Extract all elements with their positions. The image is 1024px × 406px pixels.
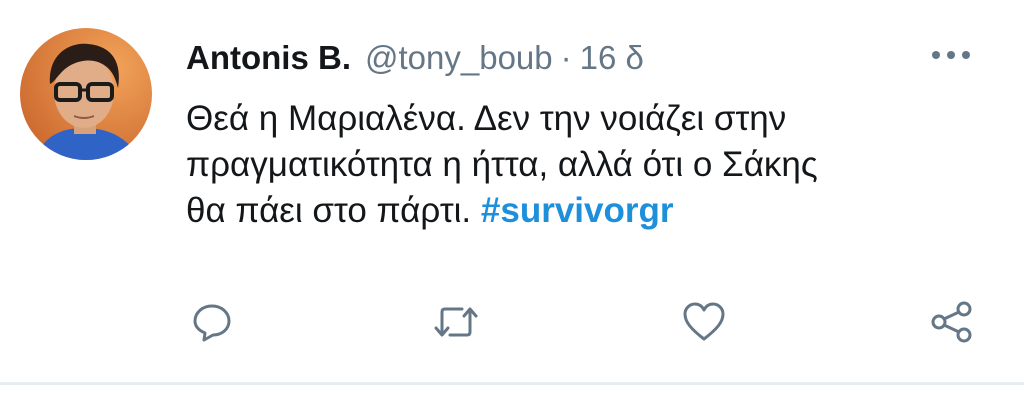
avatar[interactable] xyxy=(20,28,152,160)
tweet-timestamp[interactable]: 16 δ xyxy=(580,39,644,77)
tweet-text: Θεά η Μαριαλένα. Δεν την νοιάζει στην πρ… xyxy=(186,96,986,234)
reply-button[interactable] xyxy=(184,292,240,352)
tweet-text-line: θα πάει στο πάρτι. xyxy=(186,191,472,230)
author-handle[interactable]: @tony_boub xyxy=(365,39,553,77)
tweet-text-line-last: θα πάει στο πάρτι. #survivorgr xyxy=(186,188,986,234)
tweet-header: Antonis B. @tony_boub · 16 δ xyxy=(186,30,644,86)
author-name[interactable]: Antonis B. xyxy=(186,39,351,77)
hashtag-link[interactable]: #survivorgr xyxy=(481,191,674,230)
retweet-button[interactable] xyxy=(428,292,484,352)
heart-icon xyxy=(683,302,725,341)
tweet-card[interactable]: Antonis B. @tony_boub · 16 δ Θεά η Μαρια… xyxy=(0,0,1024,382)
reply-bubble-icon xyxy=(193,304,231,342)
retweet-icon xyxy=(434,307,478,337)
share-button[interactable] xyxy=(924,292,980,352)
separator-dot: · xyxy=(560,39,572,76)
like-button[interactable] xyxy=(676,292,732,352)
tweet-text-line: Θεά η Μαριαλένα. Δεν την νοιάζει στην xyxy=(186,99,787,138)
next-tweet-area xyxy=(0,385,1024,406)
share-icon xyxy=(931,301,972,343)
tweet-text-line: πραγματικότητα η ήττα, αλλά ότι ο Σάκης xyxy=(186,145,818,184)
more-options-button[interactable] xyxy=(926,40,976,70)
tweet-actions xyxy=(0,292,1024,352)
avatar-image xyxy=(20,28,152,160)
more-horizontal-icon xyxy=(932,51,970,59)
